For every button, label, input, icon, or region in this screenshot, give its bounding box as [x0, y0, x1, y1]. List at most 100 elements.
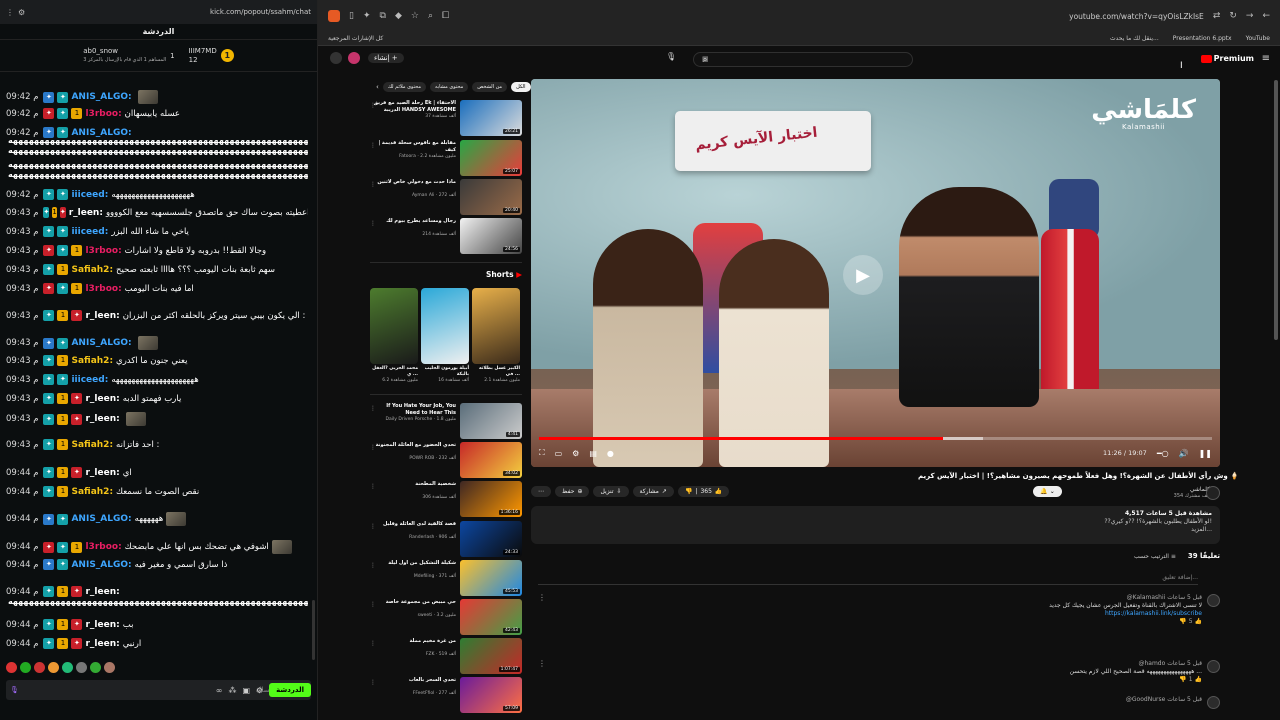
brave-shield-icon[interactable] [328, 10, 340, 22]
menu-icon[interactable]: ⋮ [6, 8, 14, 17]
recommended-video[interactable]: 25:07 مقابلة مع ناقوس سحلة قديمة | كيف Fat… [370, 140, 522, 176]
message-username[interactable]: r_leen: [69, 208, 103, 218]
video-thumbnail[interactable]: 45:53 [460, 560, 522, 596]
channel-avatar[interactable] [1206, 486, 1220, 500]
message-username[interactable]: ANIS_ALGO: [71, 92, 131, 102]
video-thumbnail[interactable]: 57:09 [460, 677, 522, 713]
recommended-video[interactable]: 57:09 تحدي السحر بالعاب FFeetFfiol · 277 أ… [370, 677, 522, 713]
message-username[interactable]: iiiceed: [71, 190, 108, 200]
more-icon[interactable]: ⋮ [370, 679, 376, 686]
save-button[interactable]: حفظ ⊕ [555, 486, 590, 497]
chat-scrollbar[interactable] [312, 600, 315, 660]
leader-item[interactable]: IIIM7MD 12 1 [189, 47, 234, 65]
page-scrollbar[interactable] [1274, 80, 1278, 340]
avatar[interactable] [1207, 660, 1220, 673]
progress-bar[interactable] [539, 437, 1212, 440]
sort-button[interactable]: الترتيب حسب ≡ [1134, 553, 1176, 560]
more-icon[interactable]: ⋯ [531, 486, 551, 497]
video-title[interactable]: قصة كالفية لدى العائلة وقليل [370, 521, 456, 528]
avatar[interactable] [1207, 594, 1220, 607]
video-title[interactable]: مقابلة مع ناقوس سحلة قديمة | كيف [370, 140, 456, 153]
leader-item[interactable]: ab0_snow المساهم 1 الذي قام بالإرسال بالم… [83, 47, 174, 65]
message-username[interactable]: l3rboo: [85, 246, 121, 256]
video-thumbnail[interactable]: 1:07:47 [460, 638, 522, 674]
recommended-video[interactable]: 24:56 رجال ومساعد يطرح بيوم لك 214 ألف مشا… [370, 218, 522, 254]
kick-url-text[interactable]: kick.com/popout/ssahm/chat [210, 8, 311, 16]
emote-icon[interactable] [76, 662, 87, 673]
recommended-video[interactable]: 20:40 ماذا حدث مع دخولي خاص لاثنين Ayman A… [370, 179, 522, 215]
copy-icon[interactable]: ⧉ [380, 11, 386, 21]
like-dislike-button[interactable]: 👎 | 365 👍 [677, 486, 730, 497]
more-icon[interactable]: ⋮ [538, 594, 546, 602]
message-username[interactable]: l3rboo: [85, 109, 121, 119]
message-username[interactable]: Safiah2: [71, 487, 113, 497]
emote-icon[interactable] [48, 662, 59, 673]
more-icon[interactable]: ⋮ [370, 181, 376, 188]
message-username[interactable]: Safiah2: [71, 356, 113, 366]
more-icon[interactable]: ⋮ [370, 220, 376, 227]
chip[interactable]: محتوى مشابه [430, 82, 469, 92]
emote-icon[interactable] [34, 662, 45, 673]
account-avatar[interactable] [330, 52, 342, 64]
settings-icon[interactable]: ⚙ [256, 686, 263, 695]
gift-icon[interactable]: ▣ [242, 686, 250, 695]
comment-link[interactable]: https://kalamashii.link/subscribe [538, 610, 1202, 618]
short-thumbnail[interactable] [472, 288, 520, 364]
join-button[interactable]: 🔔 ⌄ [1033, 486, 1062, 497]
volume-slider[interactable]: ━○ [1157, 449, 1169, 458]
video-thumbnail[interactable]: 1:36:16 [460, 481, 522, 517]
video-thumbnail[interactable]: 24:33 [460, 521, 522, 557]
menu-icon[interactable]: ≡ [1262, 53, 1270, 64]
message-username[interactable]: r_leen: [85, 311, 119, 321]
recommended-video[interactable]: 1:07:47 من غرة مخيم مملة FZK · 519 ألف ⋮ [370, 638, 522, 674]
message-username[interactable]: ANIS_ALGO: [71, 514, 131, 524]
more-icon[interactable]: ⋮ [370, 640, 376, 647]
pause-icon[interactable]: ❚❚ [1199, 449, 1212, 458]
video-title[interactable]: من غرة مخيم مملة [370, 638, 456, 645]
miniplayer-icon[interactable]: ▭ [555, 449, 563, 458]
recommended-video[interactable]: 34:02 تحدي الحضور مع العائلة المجنونة POWR… [370, 442, 522, 478]
extension-icon[interactable]: ✦ [363, 11, 371, 21]
bookmark-item[interactable]: Presentation 6.pptx [1173, 35, 1232, 42]
chip[interactable]: محتوى ملائم لك [382, 82, 427, 92]
video-description[interactable]: 4,517 مشاهدة قبل 5 ساعات ??لو الأطفال يط… [531, 506, 1220, 544]
fullscreen-icon[interactable]: ⛶ [539, 448, 545, 458]
pip-icon[interactable]: ⧠ [442, 11, 449, 21]
bookmark-item[interactable]: ينقل لك ما يحدث... [1110, 35, 1159, 42]
browser-url[interactable]: youtube.com/watch?v=qyOisLZkIsE [1069, 12, 1204, 21]
emote-icon[interactable] [90, 662, 101, 673]
recommended-video[interactable]: 4:41 If You Hate Your Job, You Need to He… [370, 403, 522, 439]
more-icon[interactable]: ⋮ [370, 523, 376, 530]
more-icon[interactable]: ⋮ [370, 601, 376, 608]
message-username[interactable]: Safiah2: [71, 265, 113, 275]
video-title[interactable]: شكيلة التشكيل من أول ليلة [370, 560, 456, 567]
reload-icon[interactable]: ↻ [1229, 11, 1237, 21]
add-comment-input[interactable]: إضافة تعليق... [538, 574, 1198, 585]
short-title[interactable]: محمد الحربي ?العقل ي ... [370, 366, 418, 378]
like-icon[interactable]: 👍 [715, 488, 722, 495]
people-icon[interactable]: ⁂ [228, 686, 236, 695]
video-title[interactable]: تحدي الحضور مع العائلة المجنونة [370, 442, 456, 449]
all-bookmarks[interactable]: كل الإشارات المرجعية [328, 35, 383, 42]
emote-icon[interactable] [62, 662, 73, 673]
autoplay-toggle-icon[interactable]: ● [607, 449, 614, 458]
message-username[interactable]: l3rboo: [85, 284, 121, 294]
short-title[interactable]: أبيلة يورمون الحليب بالبكة [421, 366, 469, 378]
chat-message-list[interactable]: 09:42 م ✦ ✦ ANIS_ALGO: 09:42 م ✦ ✦ 1 l3rboo: عسله… [0, 74, 317, 662]
message-username[interactable]: iiiceed: [71, 375, 108, 385]
video-thumbnail[interactable]: 34:02 [460, 442, 522, 478]
video-title[interactable]: حي مبيض من مجموعة خاصة [370, 599, 456, 606]
download-button[interactable]: تنزيل ⇩ [593, 486, 629, 497]
video-player[interactable]: اختبار الآيس كريم كلمَاشي Kalamashii ▶ ⛶… [531, 79, 1220, 467]
back-icon[interactable]: ← [1262, 11, 1270, 21]
diamond-icon[interactable]: ◆ [395, 11, 402, 21]
video-thumbnail[interactable]: 4:41 [460, 403, 522, 439]
settings-icon[interactable]: ⚙ [18, 8, 25, 17]
message-username[interactable]: r_leen: [85, 468, 119, 478]
search-icon[interactable]: ⌕ [694, 52, 716, 67]
more-icon[interactable]: ⋮ [538, 660, 546, 668]
kick-window-controls[interactable]: ⋮ ⚙ [6, 8, 25, 17]
recommended-video[interactable]: 24:33 قصة كالفية لدى العائلة وقليل Randerl… [370, 521, 522, 557]
chip[interactable]: من الشخص [472, 82, 508, 92]
message-username[interactable]: r_leen: [85, 587, 119, 597]
